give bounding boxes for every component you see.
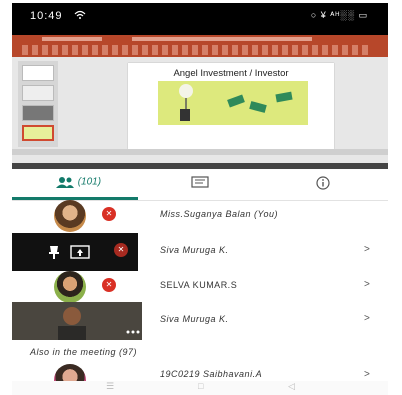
slide-title: Angel Investment / Investor: [173, 68, 289, 79]
chevron-right-icon[interactable]: >: [364, 369, 370, 380]
chevron-right-icon[interactable]: >: [364, 244, 370, 255]
tab-people[interactable]: (101): [38, 176, 118, 198]
pin-icon: [49, 246, 59, 259]
chevron-right-icon[interactable]: >: [364, 313, 370, 324]
people-icon: [55, 177, 74, 188]
clock: 10:49: [30, 10, 63, 22]
chat-icon: [191, 176, 209, 188]
back-icon[interactable]: ◁: [288, 381, 295, 392]
status-bar: 10:49 ○ ¥ ᴬᴴ░░ ▭: [12, 3, 388, 29]
home-icon[interactable]: □: [198, 381, 203, 391]
participant-row[interactable]: Siva Muruga K. >: [12, 302, 388, 340]
participant-row[interactable]: ✕ Siva Muruga K. >: [12, 233, 388, 271]
status-indicators: ○ ¥ ᴬᴴ░░ ▭: [310, 10, 368, 20]
mic-off-icon: ✕: [114, 243, 128, 257]
mic-off-icon: ✕: [102, 207, 116, 221]
participant-name: Miss.Suganya Balan (You): [160, 209, 279, 219]
present-icon: [70, 245, 90, 259]
chevron-right-icon[interactable]: >: [364, 279, 370, 290]
participant-row[interactable]: ✕ Miss.Suganya Balan (You): [12, 197, 388, 235]
ppt-workspace: Angel Investment / Investor: [12, 57, 388, 163]
participant-tile: ✕: [12, 233, 138, 271]
also-in-meeting-header: Also in the meeting (97): [30, 347, 138, 357]
participant-row[interactable]: 19C0219 Saibhavani.A >: [12, 360, 388, 382]
participant-tabs: (101): [12, 176, 388, 198]
tab-info[interactable]: [308, 176, 338, 198]
participant-video: [12, 302, 142, 340]
info-icon: [316, 176, 330, 190]
ppt-ribbon: [12, 35, 388, 57]
participant-name: 19C0219 Saibhavani.A: [160, 369, 263, 379]
current-slide: Angel Investment / Investor: [128, 63, 334, 149]
people-count: (101): [77, 176, 102, 188]
participant-name: Siva Muruga K.: [160, 314, 229, 324]
tab-chat[interactable]: [182, 176, 218, 198]
slide-illustration: [158, 81, 308, 125]
mic-off-icon: ✕: [102, 278, 116, 292]
avatar: [54, 271, 86, 303]
avatar: [54, 364, 86, 382]
recents-icon[interactable]: ☰: [106, 381, 114, 392]
avatar: [54, 200, 86, 232]
participant-name: SELVA KUMAR.S: [160, 280, 238, 290]
slide-thumbnails: [18, 61, 58, 147]
participant-row[interactable]: ✕ SELVA KUMAR.S >: [12, 268, 388, 306]
system-nav-bar: ☰ □ ◁: [12, 381, 388, 395]
participant-name: Siva Muruga K.: [160, 245, 229, 255]
wifi-icon: [74, 10, 86, 23]
shared-screen[interactable]: Angel Investment / Investor: [12, 29, 388, 169]
